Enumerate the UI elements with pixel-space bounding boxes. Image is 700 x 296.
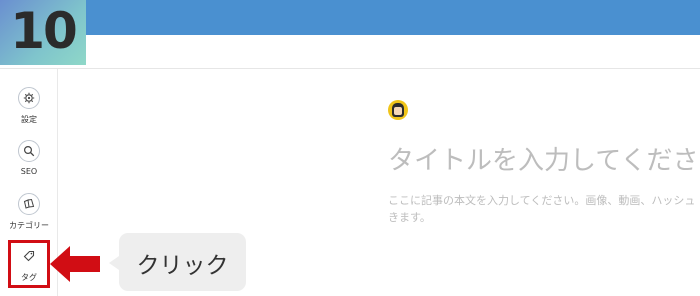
sidebar-item-label: 設定	[21, 115, 37, 124]
sidebar-item-label: カテゴリー	[9, 221, 49, 230]
title-input[interactable]: タイトルを入力してください	[388, 140, 700, 177]
sidebar-item-label: SEO	[20, 167, 38, 176]
step-number: 10	[10, 2, 78, 60]
pointer-arrow-icon	[50, 246, 100, 282]
body-placeholder-line: ここに記事の本文を入力してください。画像、動画、ハッシュ	[388, 194, 696, 207]
tag-highlight-box	[8, 240, 50, 288]
body-input[interactable]: ここに記事の本文を入力してください。画像、動画、ハッシュ きます。	[388, 192, 700, 226]
sidebar-item-settings[interactable]: 設定	[0, 83, 58, 124]
gear-icon	[18, 87, 40, 109]
callout-text: クリック	[136, 253, 229, 279]
body-placeholder-line: きます。	[388, 211, 431, 224]
search-icon	[18, 140, 40, 162]
editor-header	[0, 35, 700, 69]
step-badge: 10	[0, 0, 86, 65]
click-callout: クリック	[109, 233, 246, 291]
author-avatar[interactable]	[388, 100, 408, 120]
category-icon	[18, 193, 40, 215]
top-toolbar	[0, 0, 700, 35]
sidebar-item-seo[interactable]: SEO	[0, 136, 58, 176]
sidebar-item-category[interactable]: カテゴリー	[0, 189, 58, 230]
